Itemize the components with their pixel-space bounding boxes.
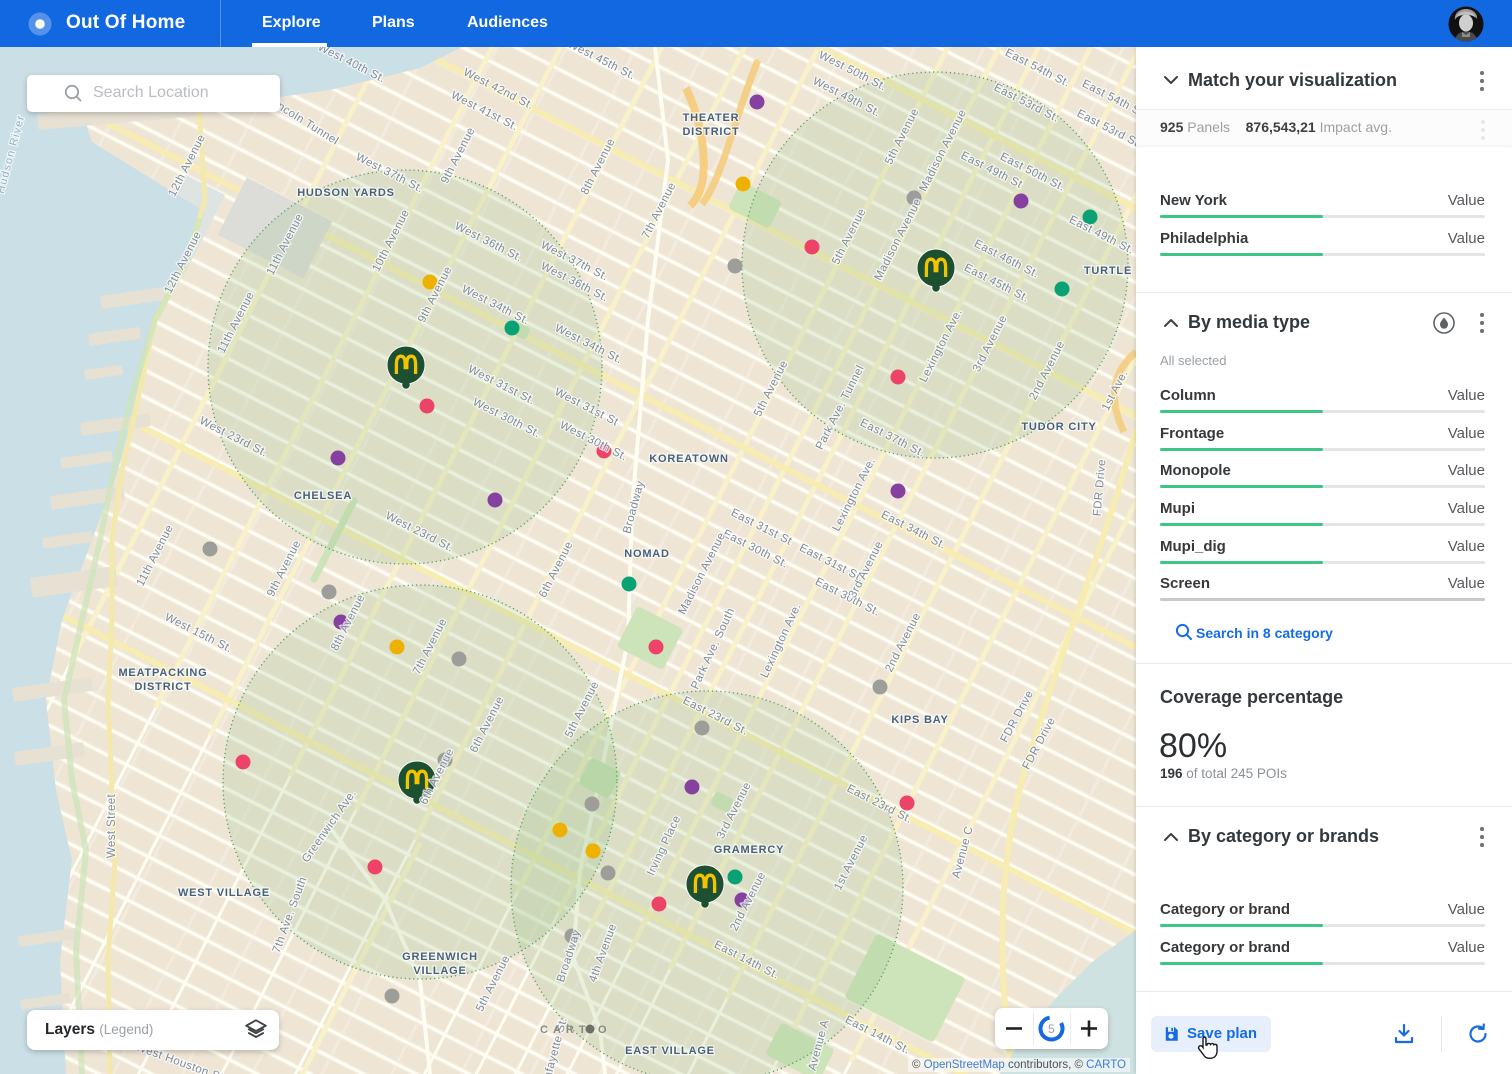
svg-text:NOMAD: NOMAD (624, 548, 670, 560)
svg-text:WEST VILLAGE: WEST VILLAGE (178, 887, 270, 899)
svg-text:THEATER: THEATER (683, 112, 740, 124)
svg-text:GRAMERCY: GRAMERCY (714, 844, 785, 856)
svg-text:MEATPACKING: MEATPACKING (118, 667, 207, 679)
svg-text:VILLAGE: VILLAGE (413, 965, 466, 977)
svg-text:DISTRICT: DISTRICT (134, 681, 191, 693)
svg-text:O: O (598, 1024, 607, 1036)
svg-text:EAST VILLAGE: EAST VILLAGE (625, 1045, 715, 1057)
svg-text:CART: CART (540, 1024, 591, 1036)
svg-text:DISTRICT: DISTRICT (682, 126, 739, 138)
svg-text:KOREATOWN: KOREATOWN (649, 453, 729, 465)
svg-text:CHELSEA: CHELSEA (294, 490, 352, 502)
svg-text:HUDSON YARDS: HUDSON YARDS (297, 187, 395, 199)
svg-text:West Street: West Street (106, 793, 118, 858)
svg-text:TUDOR CITY: TUDOR CITY (1021, 421, 1096, 433)
svg-text:5: 5 (1048, 1022, 1055, 1036)
svg-text:GREENWICH: GREENWICH (402, 951, 478, 963)
svg-text:TURTLE: TURTLE (1084, 265, 1132, 277)
svg-text:KIPS BAY: KIPS BAY (891, 714, 948, 726)
